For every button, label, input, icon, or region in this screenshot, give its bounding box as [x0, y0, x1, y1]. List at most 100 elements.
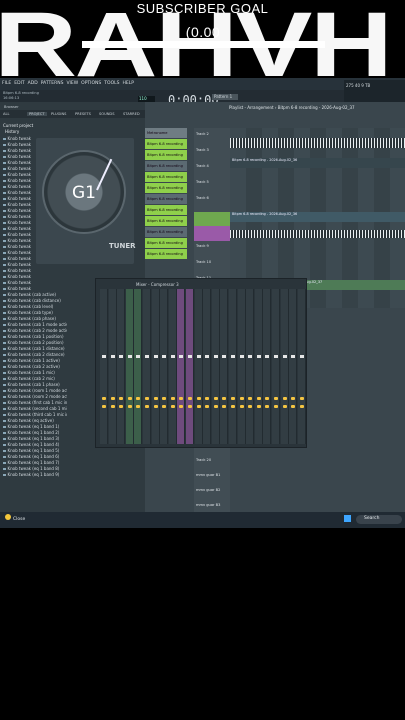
mixer-fader[interactable]: [110, 355, 115, 358]
mixer-strip[interactable]: [280, 289, 289, 444]
track-label[interactable]: Track 3: [196, 148, 209, 152]
mixer-strip[interactable]: [263, 289, 272, 444]
cpu-readout: 275 40 9 TB: [346, 83, 370, 89]
mixer-strip[interactable]: [160, 289, 169, 444]
tuner-plugin[interactable]: G1 TUNER: [36, 138, 136, 264]
track-label[interactable]: Track 5: [196, 180, 209, 184]
mixer-strip[interactable]: [211, 289, 220, 444]
mixer-strip[interactable]: [125, 289, 134, 444]
clip-green[interactable]: [194, 212, 230, 226]
mixer-strip[interactable]: [177, 289, 186, 444]
audio-clip-wave-2[interactable]: [230, 230, 405, 238]
mixer-fader[interactable]: [256, 355, 261, 358]
channel-button[interactable]: Bitpm 6-8 recording: [145, 249, 187, 259]
mixer-fader[interactable]: [248, 355, 253, 358]
track-label[interactable]: Track 9: [196, 244, 209, 248]
channel-button[interactable]: Bitpm 6-8 recording: [145, 216, 187, 226]
mixer-fader[interactable]: [136, 355, 141, 358]
mixer-strip[interactable]: [203, 289, 212, 444]
taskbar-close[interactable]: Close: [13, 517, 25, 522]
mixer-fader[interactable]: [213, 355, 218, 358]
mixer-fader[interactable]: [119, 355, 124, 358]
mixer-strip[interactable]: [254, 289, 263, 444]
mixer-fader[interactable]: [231, 355, 235, 358]
mixer-fader[interactable]: [282, 355, 287, 358]
mixer-strip[interactable]: [246, 289, 255, 444]
channel-button[interactable]: Bitpm 6-8 recording: [145, 238, 187, 248]
mixer-strip[interactable]: [229, 289, 237, 444]
menu-item-patterns[interactable]: PATTERNS: [41, 81, 64, 86]
clip-label-2[interactable]: Bitpm 6-8 recording - 2026-Aug-02_36: [230, 212, 405, 222]
mixer-strip[interactable]: [220, 289, 229, 444]
cpu-value: 9 TB: [361, 83, 371, 88]
mixer-fader[interactable]: [153, 355, 158, 358]
browser-tab-all[interactable]: ALL: [3, 112, 9, 116]
mixer-fader[interactable]: [127, 355, 132, 358]
mixer-fader[interactable]: [239, 355, 244, 358]
mixer-fader[interactable]: [196, 355, 201, 358]
mixer-strip[interactable]: [143, 289, 151, 444]
pattern-selector[interactable]: Pattern 1: [212, 94, 238, 100]
mixer-fader[interactable]: [188, 355, 192, 358]
mixer-fader[interactable]: [145, 355, 149, 358]
mixer-fader[interactable]: [291, 355, 296, 358]
menu-item-view[interactable]: VIEW: [66, 81, 78, 86]
mixer-strip[interactable]: [134, 289, 143, 444]
browser-tab-project[interactable]: PROJECT: [27, 112, 47, 116]
track-label[interactable]: Track 2: [196, 132, 209, 136]
channel-button[interactable]: Bitpm 6-8 recording: [145, 194, 187, 204]
menu-item-edit[interactable]: EDIT: [14, 81, 24, 86]
mixer-fader[interactable]: [170, 355, 175, 358]
mixer-fader[interactable]: [179, 355, 184, 358]
track-label[interactable]: Track 4: [196, 164, 209, 168]
track-label[interactable]: Track 6: [196, 196, 209, 200]
mixer-fader[interactable]: [205, 355, 210, 358]
channel-button[interactable]: Bitpm 6-8 recording: [145, 227, 187, 237]
mixer-window[interactable]: Mixer - Compressor 3: [95, 278, 307, 448]
track-label[interactable]: mmv guar B2: [196, 488, 220, 492]
menu-item-options[interactable]: OPTIONS: [81, 81, 101, 86]
channel-button[interactable]: Bitpm 6-8 recording: [145, 172, 187, 182]
browser-tab-plugins[interactable]: PLUGINS: [51, 112, 66, 116]
mixer-strip[interactable]: [297, 289, 306, 444]
mixer-strip[interactable]: [108, 289, 117, 444]
clip-purple[interactable]: [194, 226, 230, 241]
channel-button[interactable]: Bitpm 6-8 recording: [145, 150, 187, 160]
channel-button[interactable]: Bitpm 6-8 recording: [145, 139, 187, 149]
menu-item-help[interactable]: HELP: [122, 81, 133, 86]
menu-item-file[interactable]: FILE: [2, 81, 11, 86]
mixer-strip[interactable]: [186, 289, 194, 444]
mixer-fader[interactable]: [162, 355, 167, 358]
mixer-fader[interactable]: [102, 355, 106, 358]
mixer-strip[interactable]: [100, 289, 108, 444]
history-item[interactable]: Knob tweak (eq 1 band 9): [3, 472, 67, 478]
mixer-fader[interactable]: [222, 355, 227, 358]
track-label[interactable]: Track 10: [196, 260, 211, 264]
track-label[interactable]: mmv guar B3: [196, 503, 220, 507]
mixer-fader[interactable]: [299, 355, 304, 358]
menu-item-add[interactable]: ADD: [28, 81, 38, 86]
channel-button[interactable]: Metronome: [145, 128, 187, 138]
mixer-strip[interactable]: [289, 289, 298, 444]
menu-item-tools[interactable]: TOOLS: [104, 81, 119, 86]
mixer-strip[interactable]: [117, 289, 126, 444]
mixer-strip[interactable]: [272, 289, 280, 444]
browser-tab-sounds[interactable]: SOUNDS: [99, 112, 114, 116]
mixer-strip[interactable]: [168, 289, 177, 444]
track-label[interactable]: Track 20: [196, 458, 211, 462]
channel-button[interactable]: Bitpm 6-8 recording: [145, 205, 187, 215]
browser-tab-presets[interactable]: PRESETS: [75, 112, 91, 116]
mixer-strip[interactable]: [237, 289, 246, 444]
mixer-fader[interactable]: [265, 355, 270, 358]
channel-button[interactable]: Bitpm 6-8 recording: [145, 161, 187, 171]
windows-start-icon[interactable]: [344, 515, 351, 522]
audio-clip-wave[interactable]: [230, 138, 405, 148]
track-label[interactable]: mmv guar B1: [196, 473, 220, 477]
browser-tab-starred[interactable]: STARRED: [123, 112, 140, 116]
mixer-strip[interactable]: [151, 289, 160, 444]
mixer-fader[interactable]: [274, 355, 278, 358]
audio-clip-label[interactable]: Bitpm 6-8 recording - 2026-Aug-02_36: [230, 158, 405, 168]
mixer-strip[interactable]: [194, 289, 203, 444]
channel-button[interactable]: Bitpm 6-8 recording: [145, 183, 187, 193]
taskbar-search[interactable]: Search: [356, 515, 402, 524]
